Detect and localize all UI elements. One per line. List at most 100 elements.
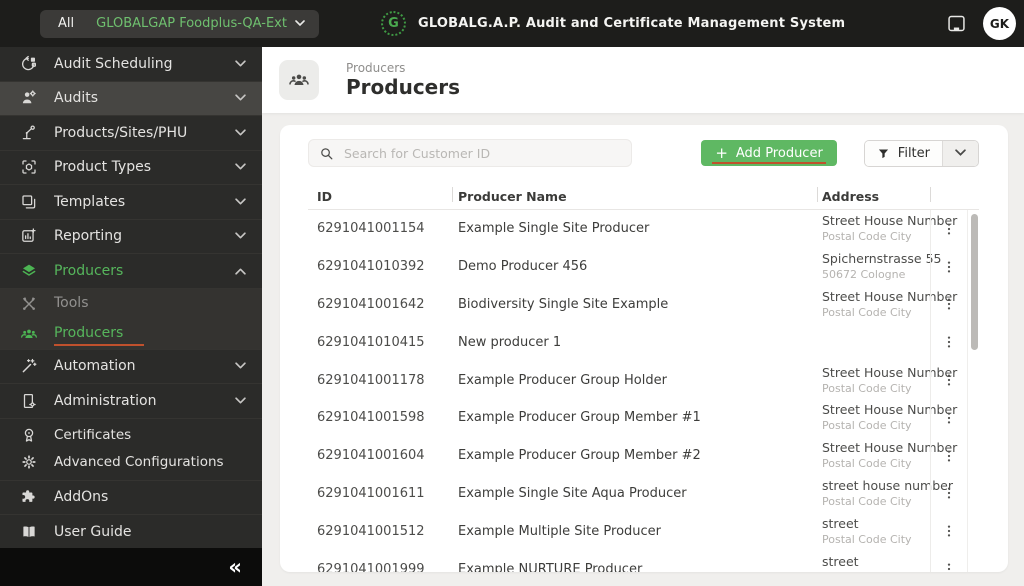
kebab-menu-icon	[941, 334, 957, 350]
cell-producer-name: Example Producer Group Member #2	[458, 448, 701, 464]
scope-all-label[interactable]: All	[58, 16, 74, 31]
cell-customer-id: 6291041001598	[317, 410, 425, 426]
sidebar-subitem-producers[interactable]: Producers	[0, 319, 262, 349]
toolbar-actions: + Add Producer Filter	[701, 139, 979, 167]
table-row[interactable]: 6291041001154 Example Single Site Produce…	[308, 210, 979, 248]
cell-actions	[930, 436, 967, 475]
row-actions-button[interactable]	[939, 521, 959, 541]
sidebar-submenu: Tools Producers	[0, 288, 262, 350]
cell-address-line1: street	[822, 515, 859, 531]
column-header-address[interactable]: Address	[817, 183, 930, 209]
table-row[interactable]: 6291041001999 Example NURTURE Producer str…	[308, 550, 979, 572]
table-scrollbar[interactable]	[967, 210, 979, 572]
cell-customer-id: 6291041010392	[317, 259, 425, 275]
search-box[interactable]	[308, 139, 632, 167]
add-producer-button[interactable]: + Add Producer	[701, 140, 837, 166]
row-actions-button[interactable]	[939, 483, 959, 503]
user-avatar[interactable]: GK	[983, 7, 1016, 40]
table-row[interactable]: 6291041010392 Demo Producer 456 Spichernst…	[308, 247, 979, 286]
sidebar-item-reporting[interactable]: Reporting	[0, 220, 262, 254]
cell-customer-id: 6291041001642	[317, 296, 425, 312]
administration-icon	[18, 391, 40, 411]
cell-customer-id: 6291041010415	[317, 334, 425, 350]
sidebar-collapse-bar[interactable]: «	[0, 548, 262, 586]
cell-producer-name: Example Producer Group Member #1	[458, 410, 701, 426]
table-row[interactable]: 6291041001178 Example Producer Group Hold…	[308, 361, 979, 399]
cell-customer-id: 6291041001611	[317, 485, 425, 501]
cell-producer-name: Biodiversity Single Site Example	[458, 296, 669, 312]
filter-button[interactable]: Filter	[864, 140, 942, 166]
column-header-id[interactable]: ID	[308, 183, 452, 209]
row-actions-button[interactable]	[939, 257, 959, 277]
sidebar-item-label: Certificates	[54, 427, 132, 443]
layers-icon	[18, 261, 40, 281]
producers-card: + Add Producer Filter	[280, 125, 1008, 572]
row-actions-button[interactable]	[939, 559, 959, 572]
kebab-menu-icon	[941, 259, 957, 275]
search-input[interactable]	[342, 144, 621, 162]
sidebar-item-addons[interactable]: AddOns	[0, 481, 262, 515]
cell-actions	[930, 323, 967, 362]
kebab-menu-icon	[941, 485, 957, 501]
chevron-down-icon	[235, 362, 246, 370]
sidebar-item-templates[interactable]: Templates	[0, 185, 262, 220]
kebab-menu-icon	[941, 221, 957, 237]
sidebar-item-audit-scheduling[interactable]: Audit Scheduling	[0, 47, 262, 82]
sidebar-item-label: Templates	[54, 193, 126, 210]
scrollbar-thumb[interactable]	[970, 214, 978, 350]
row-actions-button[interactable]	[939, 370, 959, 390]
sidebar-item-label: Administration	[54, 392, 157, 409]
sidebar-item-label: Audit Scheduling	[54, 55, 173, 72]
sidebar-item-user-guide[interactable]: User Guide	[0, 515, 262, 548]
cell-actions	[930, 550, 967, 572]
cell-customer-id: 6291041001512	[317, 523, 425, 539]
table-row[interactable]: 6291041001604 Example Producer Group Memb…	[308, 436, 979, 475]
sidebar-item-advanced-configurations[interactable]: Advanced Configurations	[0, 449, 262, 476]
table-row[interactable]: 6291041001642 Biodiversity Single Site Ex…	[308, 285, 979, 324]
row-actions-button[interactable]	[939, 446, 959, 466]
sidebar-item-audits[interactable]: Audits	[0, 81, 262, 116]
sidebar-item-producers[interactable]: Producers	[0, 254, 262, 289]
sidebar-item-label: User Guide	[54, 523, 132, 540]
column-header-producer-name[interactable]: Producer Name	[452, 183, 817, 209]
add-producer-label: Add Producer	[735, 145, 823, 161]
table-row[interactable]: 6291041001598 Example Producer Group Memb…	[308, 398, 979, 437]
sidebar-nav: Audit Scheduling Audits Products/Sites/PHU…	[0, 47, 262, 548]
sidebar-item-product-types[interactable]: Product Types	[0, 151, 262, 185]
audit-scheduling-icon	[18, 54, 40, 74]
app-brand: G GLOBALG.A.P. Audit and Certificate Man…	[380, 11, 845, 36]
sidebar-item-label: Advanced Configurations	[54, 454, 224, 470]
cell-address-line2: Postal Code City	[822, 571, 930, 572]
cell-address-line2: Postal Code City	[822, 494, 912, 508]
collapse-sidebar-icon[interactable]: «	[228, 556, 242, 578]
row-actions-button[interactable]	[939, 408, 959, 428]
cell-address: street house number Postal Code City	[817, 478, 953, 508]
environment-name[interactable]: GLOBALGAP Foodplus-QA-Ext	[96, 16, 305, 31]
sidebar-item-administration[interactable]: Administration	[0, 384, 262, 419]
chevron-down-icon	[235, 198, 246, 206]
kebab-menu-icon	[941, 523, 957, 539]
sidebar-item-automation[interactable]: Automation	[0, 350, 262, 384]
content-area: + Add Producer Filter	[262, 113, 1024, 586]
sidebar-subitem-tools[interactable]: Tools	[0, 289, 262, 319]
table-row[interactable]: 6291041010415 New producer 1	[308, 323, 979, 362]
table-row[interactable]: 6291041001611 Example Single Site Aqua Pr…	[308, 474, 979, 513]
automation-icon	[18, 356, 40, 376]
row-actions-button[interactable]	[939, 332, 959, 352]
products-sites-icon	[18, 123, 40, 143]
sidebar-item-products-sites-phu[interactable]: Products/Sites/PHU	[0, 116, 262, 151]
table-row[interactable]: 6291041001512 Example Multiple Site Produ…	[308, 512, 979, 551]
sidebar-item-label: Audits	[54, 90, 99, 107]
chevron-down-icon	[955, 149, 966, 157]
active-item-underline	[54, 344, 144, 346]
row-actions-button[interactable]	[939, 294, 959, 314]
cell-producer-name: Example NURTURE Producer	[458, 561, 643, 572]
cell-address-line1: Street House Number	[822, 213, 958, 229]
row-actions-button[interactable]	[939, 219, 959, 239]
environment-selector[interactable]: All GLOBALGAP Foodplus-QA-Ext	[40, 9, 319, 38]
sidebar-group: Certificates Advanced Configurations	[0, 419, 262, 481]
display-icon[interactable]	[946, 13, 967, 34]
sidebar-item-certificates[interactable]: Certificates	[0, 422, 262, 449]
cell-actions	[930, 361, 967, 399]
filter-dropdown-button[interactable]	[942, 140, 978, 166]
